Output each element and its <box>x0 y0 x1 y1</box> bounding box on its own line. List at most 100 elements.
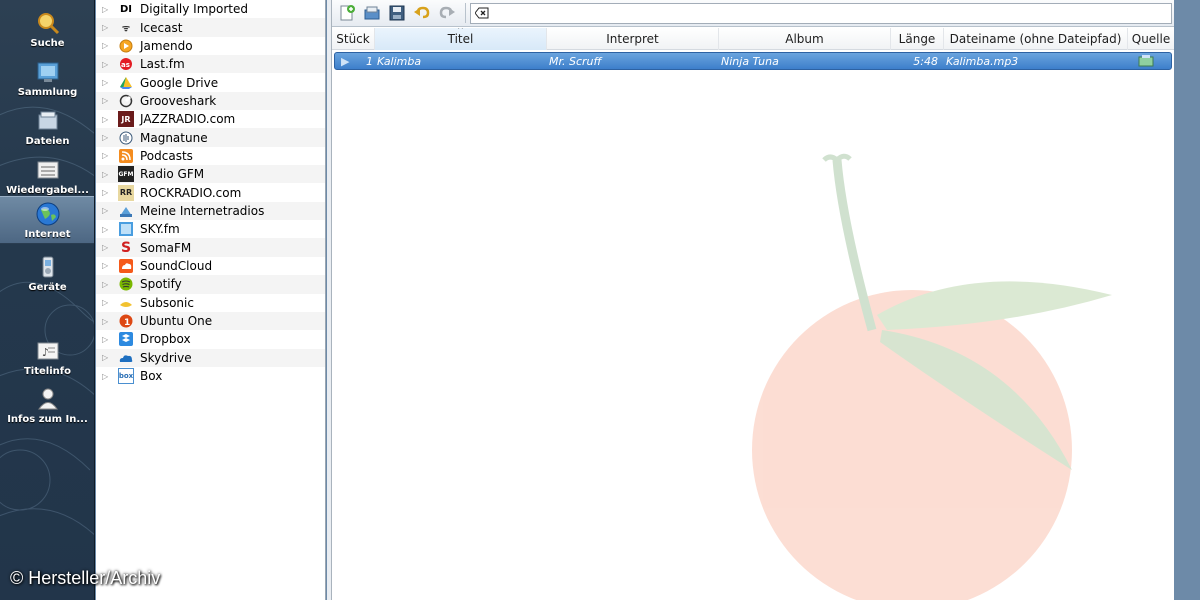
sidebar-item-devices[interactable]: Geräte <box>0 250 94 298</box>
load-playlist-button[interactable] <box>361 2 383 24</box>
tree-item-spotify[interactable]: ▷ Spotify <box>96 275 325 294</box>
toolbar-separator <box>465 3 466 23</box>
collection-icon <box>35 59 61 85</box>
playlist-icon <box>35 157 61 183</box>
column-header-artist[interactable]: Interpret <box>547 28 719 50</box>
expand-arrow-icon[interactable]: ▷ <box>102 151 112 160</box>
search-icon <box>35 10 61 36</box>
dropbox-icon <box>118 331 134 347</box>
expand-arrow-icon[interactable]: ▷ <box>102 335 112 344</box>
expand-arrow-icon[interactable]: ▷ <box>102 243 112 252</box>
column-header-length[interactable]: Länge <box>891 28 944 50</box>
tree-item-skyfm[interactable]: ▷ SKY.fm <box>96 220 325 238</box>
column-header-source[interactable]: Quelle <box>1128 28 1174 50</box>
undo-icon <box>414 6 430 19</box>
expand-arrow-icon[interactable]: ▷ <box>102 23 112 32</box>
tree-item-rockradio[interactable]: ▷ RR ROCKRADIO.com <box>96 183 325 201</box>
tree-item-icecast[interactable]: ▷ ᯤ Icecast <box>96 18 325 37</box>
expand-arrow-icon[interactable]: ▷ <box>102 261 112 270</box>
tree-item-podcasts[interactable]: ▷ Podcasts <box>96 147 325 165</box>
sidebar-item-playlists[interactable]: Wiedergabel... <box>0 153 94 201</box>
tree-item-magnatune[interactable]: ▷ Magnatune <box>96 128 325 147</box>
skydrive-icon <box>118 350 134 366</box>
my-radios-icon <box>118 203 134 219</box>
sidebar-item-song-info[interactable]: ♪ Titelinfo <box>0 334 94 382</box>
tree-item-grooveshark[interactable]: ▷ Grooveshark <box>96 91 325 111</box>
clear-filter-icon[interactable] <box>475 7 489 19</box>
expand-arrow-icon[interactable]: ▷ <box>102 298 112 307</box>
sidebar-item-collection[interactable]: Sammlung <box>0 55 94 103</box>
expand-arrow-icon[interactable]: ▷ <box>102 78 112 87</box>
expand-arrow-icon[interactable]: ▷ <box>102 372 112 381</box>
sidebar-item-files[interactable]: Dateien <box>0 104 94 152</box>
redo-icon <box>439 6 455 19</box>
tree-item-google-drive[interactable]: ▷ Google Drive <box>96 73 325 91</box>
expand-arrow-icon[interactable]: ▷ <box>102 60 112 69</box>
tree-item-lastfm[interactable]: ▷ as Last.fm <box>96 55 325 74</box>
tree-item-somafm[interactable]: ▷ S SomaFM <box>96 238 325 257</box>
magnatune-icon <box>118 130 134 146</box>
expand-arrow-icon[interactable]: ▷ <box>102 317 112 326</box>
column-header-filename[interactable]: Dateiname (ohne Dateipfad) <box>944 28 1128 50</box>
tree-item-jazzradio[interactable]: ▷ JR JAZZRADIO.com <box>96 110 325 128</box>
album-cell: Ninja Tuna <box>721 54 779 68</box>
somafm-icon: S <box>120 239 132 256</box>
expand-arrow-icon[interactable]: ▷ <box>102 353 112 362</box>
expand-arrow-icon[interactable]: ▷ <box>102 41 112 50</box>
filename-cell: Kalimba.mp3 <box>946 54 1019 68</box>
redo-button[interactable] <box>436 2 458 24</box>
playlist-pane: Stück ^ Titel Interpret Album Länge Date… <box>332 0 1174 600</box>
radio-gfm-icon: GFM <box>118 166 134 183</box>
tree-item-box[interactable]: ▷ box Box <box>96 367 325 385</box>
new-playlist-button[interactable] <box>336 2 358 24</box>
box-icon: box <box>118 368 134 385</box>
playlist-header: Stück ^ Titel Interpret Album Länge Date… <box>332 28 1174 50</box>
sidebar-item-search[interactable]: Suche <box>0 6 94 54</box>
playlist-filter-input[interactable] <box>470 2 1172 24</box>
tree-item-skydrive[interactable]: ▷ Skydrive <box>96 348 325 367</box>
expand-arrow-icon[interactable]: ▷ <box>102 133 112 142</box>
column-header-album[interactable]: Album <box>719 28 891 50</box>
tree-item-soundcloud[interactable]: ▷ SoundCloud <box>96 257 325 275</box>
load-playlist-icon <box>364 6 380 20</box>
column-header-title[interactable]: ^ Titel <box>375 28 547 50</box>
expand-arrow-icon[interactable]: ▷ <box>102 96 112 105</box>
local-file-icon <box>1138 55 1154 67</box>
tree-item-radio-gfm[interactable]: ▷ GFM Radio GFM <box>96 165 325 184</box>
expand-arrow-icon[interactable]: ▷ <box>102 170 112 179</box>
lastfm-icon: as <box>118 56 134 72</box>
tree-item-ubuntu-one[interactable]: ▷ 1 Ubuntu One <box>96 311 325 331</box>
new-playlist-icon <box>340 5 355 21</box>
track-cell: ▶ 1 <box>341 54 373 68</box>
jamendo-icon <box>118 38 134 54</box>
icecast-icon: ᯤ <box>121 24 131 35</box>
svg-text:1: 1 <box>124 318 130 328</box>
tree-item-subsonic[interactable]: ▷ Subsonic <box>96 294 325 312</box>
sidebar-item-artist-info[interactable]: Infos zum In... <box>0 382 94 430</box>
window-edge-right <box>1174 0 1200 600</box>
expand-arrow-icon[interactable]: ▷ <box>102 5 112 14</box>
playlist-row[interactable]: ▶ 1 Kalimba Mr. Scruff Ninja Tuna 5:48 K… <box>334 52 1172 70</box>
source-cell <box>1126 55 1166 67</box>
save-playlist-button[interactable] <box>386 2 408 24</box>
expand-arrow-icon[interactable]: ▷ <box>102 280 112 289</box>
rockradio-icon: RR <box>118 184 134 201</box>
tree-item-digitally-imported[interactable]: ▷ DI Digitally Imported <box>96 0 325 18</box>
sort-ascending-icon: ^ <box>457 28 464 34</box>
column-header-track[interactable]: Stück <box>332 28 375 50</box>
tree-item-dropbox[interactable]: ▷ Dropbox <box>96 330 325 348</box>
sidebar: Suche Sammlung Dateien Wiedergabel... In… <box>0 0 95 600</box>
subsonic-icon <box>118 295 134 311</box>
artist-info-icon <box>35 386 61 412</box>
expand-arrow-icon[interactable]: ▷ <box>102 225 112 234</box>
tree-item-jamendo[interactable]: ▷ Jamendo <box>96 37 325 55</box>
now-playing-icon: ▶ <box>341 54 350 68</box>
expand-arrow-icon[interactable]: ▷ <box>102 115 112 124</box>
expand-arrow-icon[interactable]: ▷ <box>102 206 112 215</box>
spotify-icon <box>118 276 134 292</box>
undo-button[interactable] <box>411 2 433 24</box>
tree-item-my-radios[interactable]: ▷ Meine Internetradios <box>96 201 325 221</box>
digitally-imported-icon: DI <box>119 3 133 15</box>
sidebar-item-internet[interactable]: Internet <box>0 196 94 244</box>
expand-arrow-icon[interactable]: ▷ <box>102 188 112 197</box>
